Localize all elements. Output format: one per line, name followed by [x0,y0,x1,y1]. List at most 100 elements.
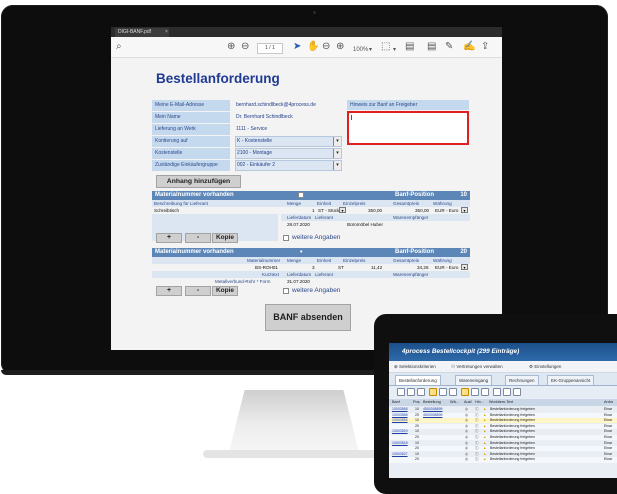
export-icon[interactable] [461,388,469,396]
execute-icon[interactable]: ◎ [465,435,468,440]
reject-icon[interactable] [439,388,447,396]
table-row[interactable]: 10003518 10 ◎ ⓘ ▲ Bestellanforderung freigebe… [389,441,617,446]
banf-cell[interactable]: 10003558 [392,413,408,418]
cursor-icon[interactable]: ➤ [293,41,301,53]
manage-substitutes-button[interactable]: ⚇ Vertretungen verwalten [451,361,503,372]
sign-icon[interactable]: ✍ [463,41,475,53]
table-row[interactable]: 20 ◎ ⓘ ▲ Bestellanforderung freigeben Einar [389,446,617,452]
zoom-in-icon[interactable]: ⊕ [336,41,344,53]
add-position-button[interactable]: + [156,233,182,243]
tab-close-icon[interactable]: × [165,28,168,37]
dropdown-arrow-icon[interactable]: ▾ [333,161,341,170]
unit-value[interactable]: ST - Stück [318,207,339,214]
supplier-value[interactable]: Büromöbel Huber [347,221,383,228]
execute-icon[interactable]: ◎ [465,418,468,423]
layout-icon[interactable] [481,388,489,396]
approve-icon[interactable] [429,388,437,396]
execute-icon[interactable]: ◎ [465,452,468,457]
material-available-radio[interactable]: • [300,248,302,257]
table-row[interactable]: 20 ◎ ⓘ ▲ Bestellanforderung freigeben Einar [389,435,617,441]
print-icon[interactable] [471,388,479,396]
quantity-value[interactable]: 3 [312,264,315,271]
execute-icon[interactable]: ◎ [465,424,468,429]
refresh-icon[interactable] [397,388,405,396]
email-field[interactable]: bernhard.schindlbeck@4process.de [235,100,342,111]
currency-value[interactable]: EUR - Euro [435,207,459,214]
sort-icon[interactable] [407,388,415,396]
add-position-button[interactable]: + [156,286,182,296]
execute-icon[interactable]: ◎ [465,429,468,434]
tab-digi-banf[interactable]: DIGI-BANF.pdf × [115,28,169,37]
plant-field[interactable]: 1111 - Service [235,124,342,135]
table-row[interactable]: 20 ◎ ⓘ ▲ Bestellanforderung freigeben Einar [389,423,617,429]
currency-dropdown-icon[interactable]: ▾ [461,207,468,213]
banf-cell[interactable]: 10003554 [392,418,408,423]
banf-cell[interactable]: 10003518 [392,441,408,446]
delivery-date-value[interactable]: 28.07.2020 [287,221,310,228]
remove-position-button[interactable]: - [185,233,211,243]
execute-icon[interactable]: ◎ [465,446,468,451]
more-details-checkbox[interactable] [283,288,289,294]
submit-banf-button[interactable]: BANF absenden [265,304,351,331]
search-icon[interactable]: ⌕ [116,41,122,53]
copy-position-button[interactable]: Kopie [212,233,238,243]
table-row[interactable]: 10003558 10 4500008899 ◎ ⓘ ▲ Bestellanforderun… [389,407,617,412]
dropdown-arrow-icon[interactable]: ▾ [333,149,341,158]
tab-goods-receipt[interactable]: Wareneingang [455,375,493,385]
tab-invoices[interactable]: Rechnungen [505,375,539,385]
order-cell[interactable]: 4500008899 [423,413,442,418]
add-attachment-button[interactable]: Anhang hinzufügen [156,175,241,188]
banf-cell[interactable]: 10003529 [392,429,408,434]
unit-price-value[interactable]: 350,00 [368,207,382,214]
unit-dropdown-icon[interactable]: ▾ [339,207,346,213]
material-number-value[interactable]: BS-ROH01 [255,264,278,271]
zoom-out-icon[interactable]: ⊖ [322,41,330,53]
tab-purchase-requisition[interactable]: Bestellanforderung [395,375,441,385]
banf-cell[interactable]: 10003558 [392,407,408,412]
currency-value[interactable]: EUR - Euro [435,264,459,271]
zoom-level[interactable]: 100% [353,44,368,56]
fit-page-icon[interactable]: ⬚ [381,41,390,53]
draw-icon[interactable]: ✎ [445,41,453,53]
dropdown-arrow-icon[interactable]: ▾ [333,137,341,146]
remove-position-button[interactable]: - [185,286,211,296]
fit-dropdown-icon[interactable]: ▾ [393,44,396,56]
table-row[interactable]: 10003554 10 ◎ ⓘ ▲ Bestellanforderung freigebe… [389,418,617,424]
copy-position-button[interactable]: Kopie [212,286,238,296]
info-icon[interactable] [513,388,521,396]
cost-center-select[interactable]: 2100 - Montage ▾ [235,148,342,159]
delivery-date-value[interactable]: 31.07.2020 [287,278,310,285]
execute-icon[interactable]: ◎ [465,413,468,418]
banf-cell[interactable]: 10003527 [392,452,408,457]
more-details-checkbox[interactable] [283,235,289,241]
name-field[interactable]: Dr. Bernhard Schindlbeck [235,112,342,123]
table-row[interactable]: 10003527 10 ◎ ⓘ ▲ Bestellanforderung freigebe… [389,452,617,457]
execute-icon[interactable]: ◎ [465,457,468,462]
quantity-value[interactable]: 1 [312,207,315,214]
info-icon[interactable]: ⓘ [475,429,479,434]
page-up-icon[interactable]: ⊕ [227,41,235,53]
comment-icon[interactable]: ▤ [405,41,414,53]
purchasing-group-select[interactable]: 002 - Einkäufer 2 ▾ [235,160,342,171]
table-row[interactable]: 20 ◎ ⓘ ▲ Bestellanforderung freigeben Einar [389,457,617,463]
currency-dropdown-icon[interactable]: ▾ [461,264,468,270]
tab-purchasing-group[interactable]: EK-Gruppenansicht [547,375,595,385]
info-icon[interactable]: ⓘ [475,418,479,423]
order-cell[interactable]: 4500008899 [423,407,442,412]
zoom-dropdown-icon[interactable]: ▾ [369,44,372,56]
info-icon[interactable]: ⓘ [475,407,479,412]
selection-criteria-button[interactable]: ⊕ Selektionskriterien [394,361,436,372]
share-icon[interactable]: ⇪ [481,41,489,53]
hint-textarea[interactable] [347,111,469,145]
info-icon[interactable]: ⓘ [475,435,479,440]
description-value[interactable]: Schreibtisch [154,207,179,214]
settings-button[interactable]: ⚙ Einstellungen [529,361,561,372]
info-icon[interactable]: ⓘ [475,457,479,462]
chart-icon[interactable] [493,388,501,396]
filter-icon[interactable] [417,388,425,396]
note-icon[interactable]: ▤ [427,41,436,53]
info-icon[interactable]: ⓘ [475,446,479,451]
account-assignment-select[interactable]: K - Kostenstelle ▾ [235,136,342,147]
hand-icon[interactable]: ✋ [307,41,319,53]
details-icon[interactable] [449,388,457,396]
